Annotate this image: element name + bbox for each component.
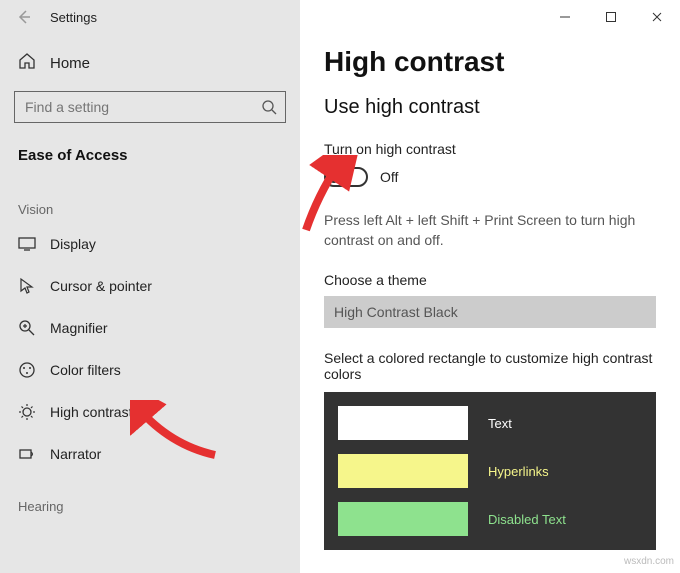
sidebar-item-display[interactable]: Display [0, 223, 300, 265]
home-label: Home [50, 55, 90, 72]
search-icon [253, 99, 285, 115]
close-button[interactable] [634, 0, 680, 34]
sidebar-item-narrator[interactable]: Narrator [0, 433, 300, 475]
sidebar-item-label: High contrast [50, 404, 132, 420]
toggle-knob [328, 171, 340, 183]
search-input[interactable] [14, 91, 286, 123]
color-filters-icon [18, 361, 36, 379]
cursor-icon [18, 277, 36, 295]
group-vision: Vision [0, 178, 300, 223]
swatch-row-text: Text [338, 406, 642, 440]
sidebar-item-label: Color filters [50, 362, 121, 378]
swatch-label-hyperlinks: Hyperlinks [488, 464, 549, 479]
swatch-label-text: Text [488, 416, 512, 431]
search-field[interactable] [15, 99, 253, 115]
narrator-icon [18, 445, 36, 463]
swatch-label-disabled: Disabled Text [488, 512, 566, 527]
content-pane: High contrast Use high contrast Turn on … [300, 0, 680, 573]
sidebar-item-home[interactable]: Home [0, 42, 300, 85]
swatch-text[interactable] [338, 406, 468, 440]
back-icon[interactable] [14, 7, 34, 27]
theme-label: Choose a theme [324, 272, 656, 288]
sidebar-item-colorfilters[interactable]: Color filters [0, 349, 300, 391]
sidebar-item-label: Magnifier [50, 320, 108, 336]
page-title: High contrast [324, 46, 656, 78]
swatch-disabled[interactable] [338, 502, 468, 536]
display-icon [18, 235, 36, 253]
swatch-row-disabled: Disabled Text [338, 502, 642, 536]
theme-select[interactable]: High Contrast Black [324, 296, 656, 328]
sidebar-item-label: Display [50, 236, 96, 252]
swatch-row-hyperlinks: Hyperlinks [338, 454, 642, 488]
titlebar: Settings [0, 0, 300, 34]
high-contrast-toggle[interactable] [324, 167, 368, 187]
swatch-area: Text Hyperlinks Disabled Text [324, 392, 656, 550]
magnifier-icon [18, 319, 36, 337]
toggle-state: Off [380, 169, 398, 185]
sidebar-item-label: Cursor & pointer [50, 278, 152, 294]
sidebar-item-magnifier[interactable]: Magnifier [0, 307, 300, 349]
sidebar-item-cursor[interactable]: Cursor & pointer [0, 265, 300, 307]
toggle-label: Turn on high contrast [324, 141, 656, 157]
high-contrast-icon [18, 403, 36, 421]
swatch-hyperlinks[interactable] [338, 454, 468, 488]
watermark: wsxdn.com [624, 556, 674, 567]
sidebar-item-highcontrast[interactable]: High contrast [0, 391, 300, 433]
sidebar-item-label: Narrator [50, 446, 101, 462]
maximize-button[interactable] [588, 0, 634, 34]
sidebar: Settings Home Ease of Access Vision Disp [0, 0, 300, 573]
category-header: Ease of Access [0, 133, 300, 178]
home-icon [18, 52, 36, 75]
shortcut-hint: Press left Alt + left Shift + Print Scre… [324, 211, 654, 250]
group-hearing: Hearing [0, 475, 300, 520]
customize-label: Select a colored rectangle to customize … [324, 350, 656, 382]
app-title: Settings [50, 10, 97, 25]
section-title: Use high contrast [324, 96, 656, 119]
minimize-button[interactable] [542, 0, 588, 34]
